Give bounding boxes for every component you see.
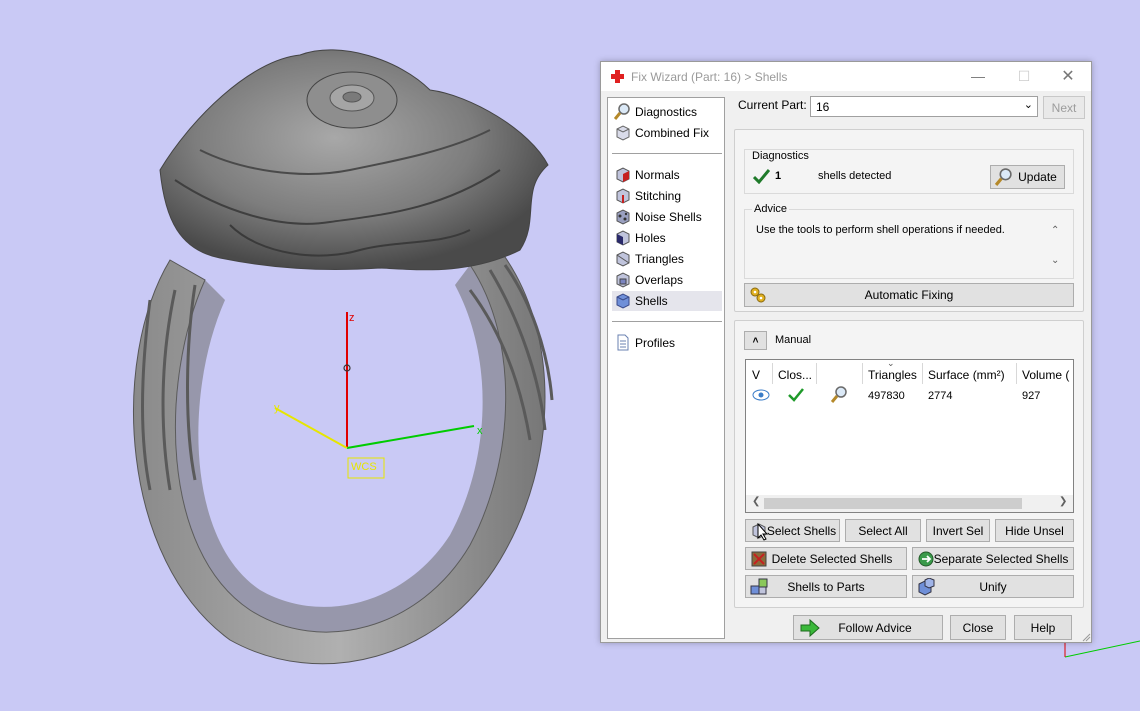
y-axis-line [274, 407, 348, 449]
scroll-up-icon[interactable]: ⌃ [1051, 225, 1059, 236]
nav-item-normals[interactable]: Normals [612, 165, 722, 185]
nav-item-noise-shells[interactable]: Noise Shells [612, 207, 722, 227]
nav-item-combined-fix[interactable]: Combined Fix [612, 123, 722, 143]
scroll-right-icon[interactable]: ❯ [1059, 496, 1067, 507]
close-button[interactable]: Close [950, 615, 1006, 640]
current-part-value: 16 [816, 100, 830, 114]
stitching-cube-icon [616, 188, 630, 204]
nav-label: Shells [635, 294, 668, 308]
shells-cube-icon [616, 293, 630, 309]
nav-item-shells[interactable]: Shells [612, 291, 722, 311]
current-part-select[interactable]: 16 ⌄ [810, 96, 1038, 117]
fix-cross-icon [611, 70, 624, 83]
triangles-cube-icon [616, 251, 630, 267]
nav-item-triangles[interactable]: Triangles [612, 249, 722, 269]
column-header[interactable]: V [752, 368, 760, 382]
nav-item-profiles[interactable]: Profiles [612, 333, 722, 353]
automatic-fixing-button[interactable]: Automatic Fixing [744, 283, 1074, 307]
scrollbar-thumb[interactable] [764, 498, 1022, 509]
normals-cube-icon [616, 167, 630, 183]
nav-divider [612, 321, 722, 322]
x-axis-label: x [477, 425, 483, 437]
shells-detected-text: shells detected [818, 170, 892, 182]
column-header[interactable]: Clos... [778, 368, 812, 382]
y-axis-label: y [274, 402, 280, 414]
nav-divider [612, 153, 722, 154]
column-header[interactable]: Triangles [868, 368, 917, 382]
advice-text: Use the tools to perform shell operation… [756, 224, 1005, 236]
nav-item-diagnostics[interactable]: Diagnostics [612, 102, 722, 122]
noise-shells-icon [616, 209, 630, 225]
current-part-label: Current Part: [738, 98, 807, 112]
holes-cube-icon [616, 230, 630, 246]
close-window-icon[interactable]: ✕ [1045, 62, 1091, 91]
follow-advice-button[interactable]: Follow Advice [793, 615, 943, 640]
cell-triangles: 497830 [868, 390, 905, 402]
nav-label: Combined Fix [635, 126, 710, 140]
title-bar[interactable]: Fix Wizard (Part: 16) > Shells — ☐ ✕ [601, 62, 1091, 91]
maximize-icon[interactable]: ☐ [1001, 62, 1047, 91]
nav-label: Triangles [635, 252, 684, 266]
diagnostics-heading: Diagnostics [752, 150, 809, 162]
z-axis-label: z [349, 312, 355, 324]
shells-to-parts-button[interactable]: Shells to Parts [745, 575, 907, 598]
unify-button[interactable]: Unify [912, 575, 1074, 598]
invert-sel-button[interactable]: Invert Sel [926, 519, 990, 542]
check-icon [753, 169, 770, 184]
magnifier-icon [614, 103, 630, 120]
cube-icon [616, 125, 630, 141]
diagnostics-advice-group: Diagnostics 1 shells detected Update Use… [734, 129, 1084, 312]
nav-item-stitching[interactable]: Stitching [612, 186, 722, 206]
mouse-cursor-icon [757, 523, 769, 541]
nav-label: Noise Shells [635, 210, 702, 224]
next-button[interactable]: Next [1043, 96, 1085, 119]
nav-item-holes[interactable]: Holes [612, 228, 722, 248]
nav-item-overlaps[interactable]: Overlaps [612, 270, 722, 290]
nav-label: Overlaps [635, 273, 684, 287]
cell-surface: 2774 [928, 390, 953, 402]
wizard-nav-panel: Diagnostics Combined Fix Normals Stitchi… [607, 97, 725, 639]
sort-indicator-icon: ⌄ [887, 358, 895, 368]
collapse-manual-button[interactable]: ˄ [744, 331, 767, 350]
cell-volume: 927 [1022, 390, 1041, 402]
scroll-left-icon[interactable]: ❮ [752, 496, 760, 507]
wcs-label: WCS [351, 461, 377, 473]
horizontal-scrollbar[interactable]: ❮ ❯ [746, 495, 1073, 512]
nav-label: Holes [635, 231, 666, 245]
minimize-icon[interactable]: — [955, 62, 1001, 91]
eye-icon[interactable] [752, 389, 770, 401]
column-header[interactable]: Surface (mm²) [928, 368, 1005, 382]
chevron-down-icon: ⌄ [1023, 99, 1033, 111]
shells-table[interactable]: V Clos... Triangles ⌄ Surface (mm²) Volu… [745, 358, 1074, 513]
delete-selected-shells-button[interactable]: Delete Selected Shells [745, 547, 907, 570]
double-chevron-up-icon: ˄ [752, 335, 759, 346]
fix-wizard-dialog: Fix Wizard (Part: 16) > Shells — ☐ ✕ Dia… [600, 61, 1092, 643]
nav-label: Stitching [635, 189, 682, 203]
dialog-title: Fix Wizard (Part: 16) > Shells [631, 70, 788, 84]
shell-count: 1 [775, 170, 782, 182]
zoom-to-shell-icon[interactable] [831, 386, 848, 403]
manual-heading: Manual [775, 334, 812, 346]
nav-label: Profiles [635, 336, 676, 350]
update-button[interactable]: Update [990, 165, 1065, 189]
nav-label: Diagnostics [635, 105, 698, 119]
advice-box: Use the tools to perform shell operation… [744, 209, 1074, 279]
document-icon [617, 334, 629, 351]
scroll-down-icon[interactable]: ⌄ [1051, 255, 1059, 266]
help-button[interactable]: Help [1014, 615, 1072, 640]
column-header[interactable]: Volume ( [1022, 368, 1069, 382]
advice-heading: Advice [752, 203, 790, 215]
overlaps-cube-icon [616, 272, 630, 288]
nav-label: Normals [635, 168, 680, 182]
resize-grip-icon[interactable] [1081, 632, 1091, 642]
check-icon [788, 388, 804, 402]
separate-selected-shells-button[interactable]: Separate Selected Shells [912, 547, 1074, 570]
select-all-button[interactable]: Select All [845, 519, 921, 542]
x-axis-line [346, 425, 475, 449]
hide-unsel-button[interactable]: Hide Unsel [995, 519, 1074, 542]
